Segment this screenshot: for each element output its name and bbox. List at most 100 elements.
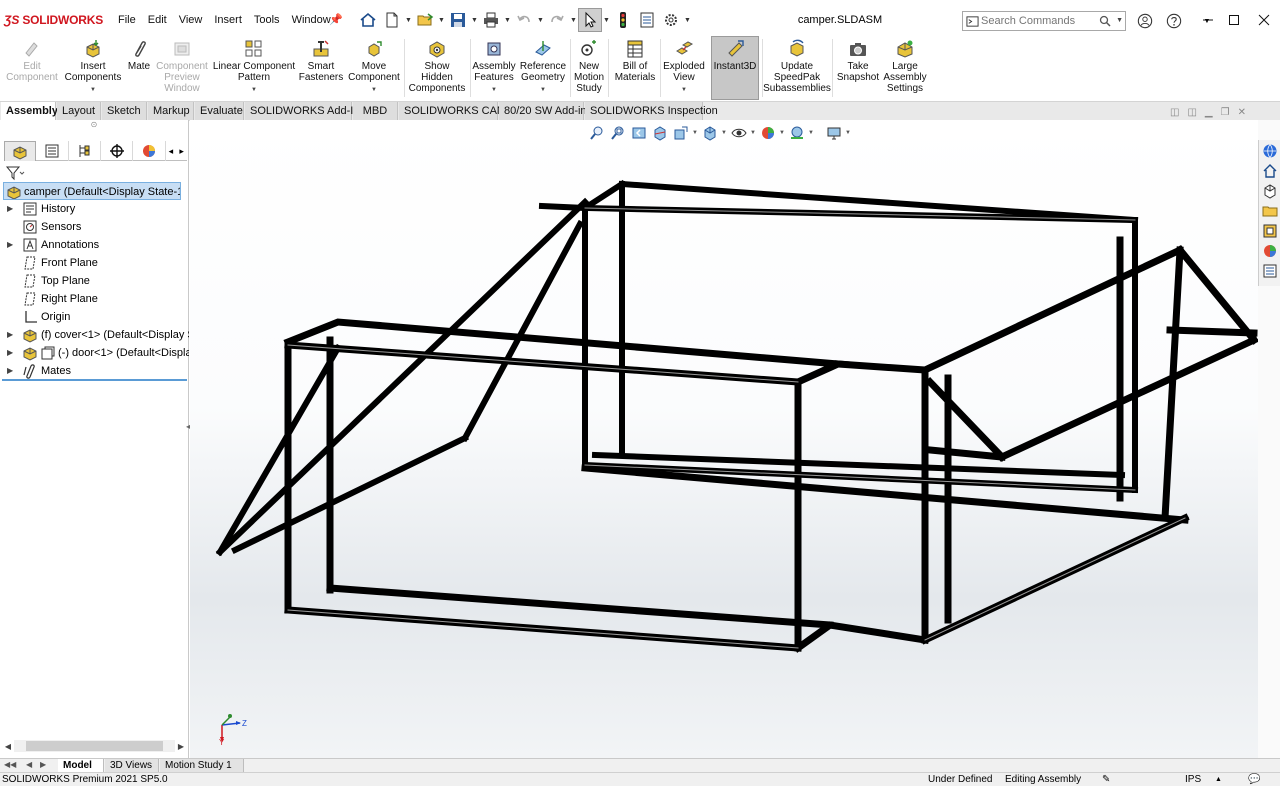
design-library-tab[interactable] [1260, 181, 1280, 200]
view-palette-tab[interactable] [1260, 221, 1280, 240]
help-icon[interactable] [1165, 12, 1183, 30]
tab-8020-sw-addin[interactable]: 80/20 SW Add-in [499, 102, 587, 121]
bill-of-materials-button[interactable]: Bill of Materials [612, 37, 658, 99]
tabs-scroll-left-icon[interactable]: ◂ [166, 141, 177, 161]
viewport-tile-right-icon[interactable]: ◫ [1187, 107, 1196, 118]
zoom-to-fit-button[interactable] [587, 123, 606, 143]
solidworks-logo[interactable]: ƷS SOLIDWORKS [4, 13, 103, 29]
pin-icon[interactable]: 📌 [329, 13, 343, 26]
view-settings-button[interactable] [824, 123, 843, 143]
tree-root-camper[interactable]: camper (Default<Display State-1>) [3, 182, 181, 200]
filter-icon[interactable] [4, 164, 26, 182]
options-dropdown[interactable]: ▼ [683, 8, 692, 32]
tab-prev-icon[interactable]: ◀ [26, 760, 32, 769]
search-input[interactable] [981, 13, 1091, 29]
new-document-button[interactable] [380, 8, 404, 32]
tab-3d-views[interactable]: 3D Views [105, 759, 159, 773]
file-properties-button[interactable] [635, 8, 659, 32]
expand-arrow-icon[interactable]: ▶ [7, 344, 13, 362]
menu-insert[interactable]: Insert [208, 14, 248, 26]
tab-solidworks-inspection[interactable]: SOLIDWORKS Inspection [585, 102, 718, 121]
menu-view[interactable]: View [173, 14, 209, 26]
tab-solidworks-addins[interactable]: SOLIDWORKS Add-Ins [245, 102, 365, 121]
tab-mbd[interactable]: MBD [353, 102, 398, 121]
camper-frame-model[interactable] [190, 120, 1258, 758]
tab-layout[interactable]: Layout [57, 102, 101, 121]
menu-file[interactable]: File [112, 14, 142, 26]
file-explorer-tab[interactable] [1260, 201, 1280, 220]
graphics-area[interactable]: ▼ ▼ ▼ ▼ ▼ ▼ Z Y [190, 120, 1258, 758]
undo-button[interactable] [512, 8, 536, 32]
instant3d-button[interactable]: Instant3D [711, 36, 759, 100]
select-dropdown[interactable]: ▼ [602, 8, 611, 32]
view-orientation-button[interactable] [700, 123, 719, 143]
exploded-view-button[interactable]: Exploded View ▼ [662, 37, 706, 99]
tab-markup[interactable]: Markup [148, 102, 194, 121]
move-component-dropdown-icon[interactable]: ▼ [371, 85, 377, 96]
displaymanager-tab[interactable] [133, 141, 166, 161]
tree-item-cover[interactable]: ▶ (f) cover<1> (Default<Display Stat [0, 326, 189, 344]
select-button[interactable] [578, 8, 602, 32]
linear-pattern-dropdown-icon[interactable]: ▼ [251, 85, 257, 96]
large-assembly-settings-button[interactable]: Large Assembly Settings [882, 37, 928, 99]
view-orientation-dropdown[interactable]: ▼ [692, 130, 698, 136]
maximize-button[interactable] [1222, 10, 1246, 30]
appearances-tab[interactable] [1260, 241, 1280, 260]
section-view-button[interactable] [650, 123, 669, 143]
units-dropdown-icon[interactable]: ▲ [1215, 773, 1222, 786]
open-dropdown[interactable]: ▼ [437, 8, 446, 32]
tab-sketch[interactable]: Sketch [102, 102, 147, 121]
expand-arrow-icon[interactable]: ▶ [7, 200, 13, 218]
home-tab[interactable] [1260, 161, 1280, 180]
tree-item-origin[interactable]: Origin [0, 308, 189, 326]
expand-arrow-icon[interactable]: ▶ [7, 236, 13, 254]
minimize-button[interactable] [1196, 10, 1220, 30]
viewport-tile-left-icon[interactable]: ◫ [1170, 107, 1179, 118]
rollback-bar[interactable] [2, 379, 187, 381]
tree-item-annotations[interactable]: ▶ Annotations [0, 236, 189, 254]
tree-item-door[interactable]: ▶ (-) door<1> (Default<Display [0, 344, 189, 362]
tree-item-history[interactable]: ▶ History [0, 200, 189, 218]
tabs-scroll-right-icon[interactable]: ▸ [176, 141, 187, 161]
scene-dropdown[interactable]: ▼ [808, 130, 814, 136]
close-button[interactable] [1252, 10, 1276, 30]
tab-model[interactable]: Model [58, 759, 104, 773]
redo-button[interactable] [545, 8, 569, 32]
search-icon[interactable] [1099, 15, 1111, 27]
rebuild-indicator-icon[interactable]: ✎ [1102, 773, 1110, 786]
tree-item-top-plane[interactable]: Top Plane [0, 272, 189, 290]
zoom-to-area-button[interactable] [608, 123, 627, 143]
featuremanager-tab[interactable] [4, 141, 37, 161]
reference-geometry-dropdown-icon[interactable]: ▼ [540, 85, 546, 96]
tree-item-front-plane[interactable]: Front Plane [0, 254, 189, 272]
tab-motion-study-1[interactable]: Motion Study 1 [160, 759, 244, 773]
view-settings-dropdown[interactable]: ▼ [845, 130, 851, 136]
panel-collapse-handle[interactable]: ⊙ [0, 120, 188, 139]
propertymanager-tab[interactable] [36, 141, 69, 161]
assembly-features-dropdown-icon[interactable]: ▼ [491, 85, 497, 96]
scrollbar-thumb[interactable] [26, 741, 163, 751]
solidworks-resources-tab[interactable] [1260, 141, 1280, 160]
component-preview-window-button[interactable]: Component Preview Window [154, 37, 210, 99]
edit-component-button[interactable]: Edit Component [4, 37, 60, 99]
reference-geometry-button[interactable]: Reference Geometry ▼ [518, 37, 568, 99]
tab-evaluate[interactable]: Evaluate [195, 102, 244, 121]
options-button[interactable] [659, 8, 683, 32]
print-dropdown[interactable]: ▼ [503, 8, 512, 32]
new-document-dropdown[interactable]: ▼ [404, 8, 413, 32]
redo-dropdown[interactable]: ▼ [569, 8, 578, 32]
tree-item-mates[interactable]: ▶ Mates [0, 362, 189, 380]
new-motion-study-button[interactable]: New Motion Study [572, 37, 606, 99]
tree-horizontal-scrollbar[interactable]: ◀ ▶ [2, 739, 187, 753]
hide-show-items-button[interactable] [729, 123, 748, 143]
tree-item-right-plane[interactable]: Right Plane [0, 290, 189, 308]
mate-button[interactable]: Mate [124, 37, 154, 99]
home-button[interactable] [356, 8, 380, 32]
search-commands-box[interactable]: ▼ [962, 11, 1126, 31]
dynamic-annotation-button[interactable] [671, 123, 690, 143]
tab-next-icon[interactable]: ▶ [40, 760, 46, 769]
tab-assembly[interactable]: Assembly [1, 102, 58, 121]
viewport-close-icon[interactable]: ✕ [1238, 107, 1246, 118]
update-speedpak-subassemblies-button[interactable]: Update SpeedPak Subassemblies [763, 37, 831, 99]
insert-components-dropdown-icon[interactable]: ▼ [90, 85, 96, 96]
